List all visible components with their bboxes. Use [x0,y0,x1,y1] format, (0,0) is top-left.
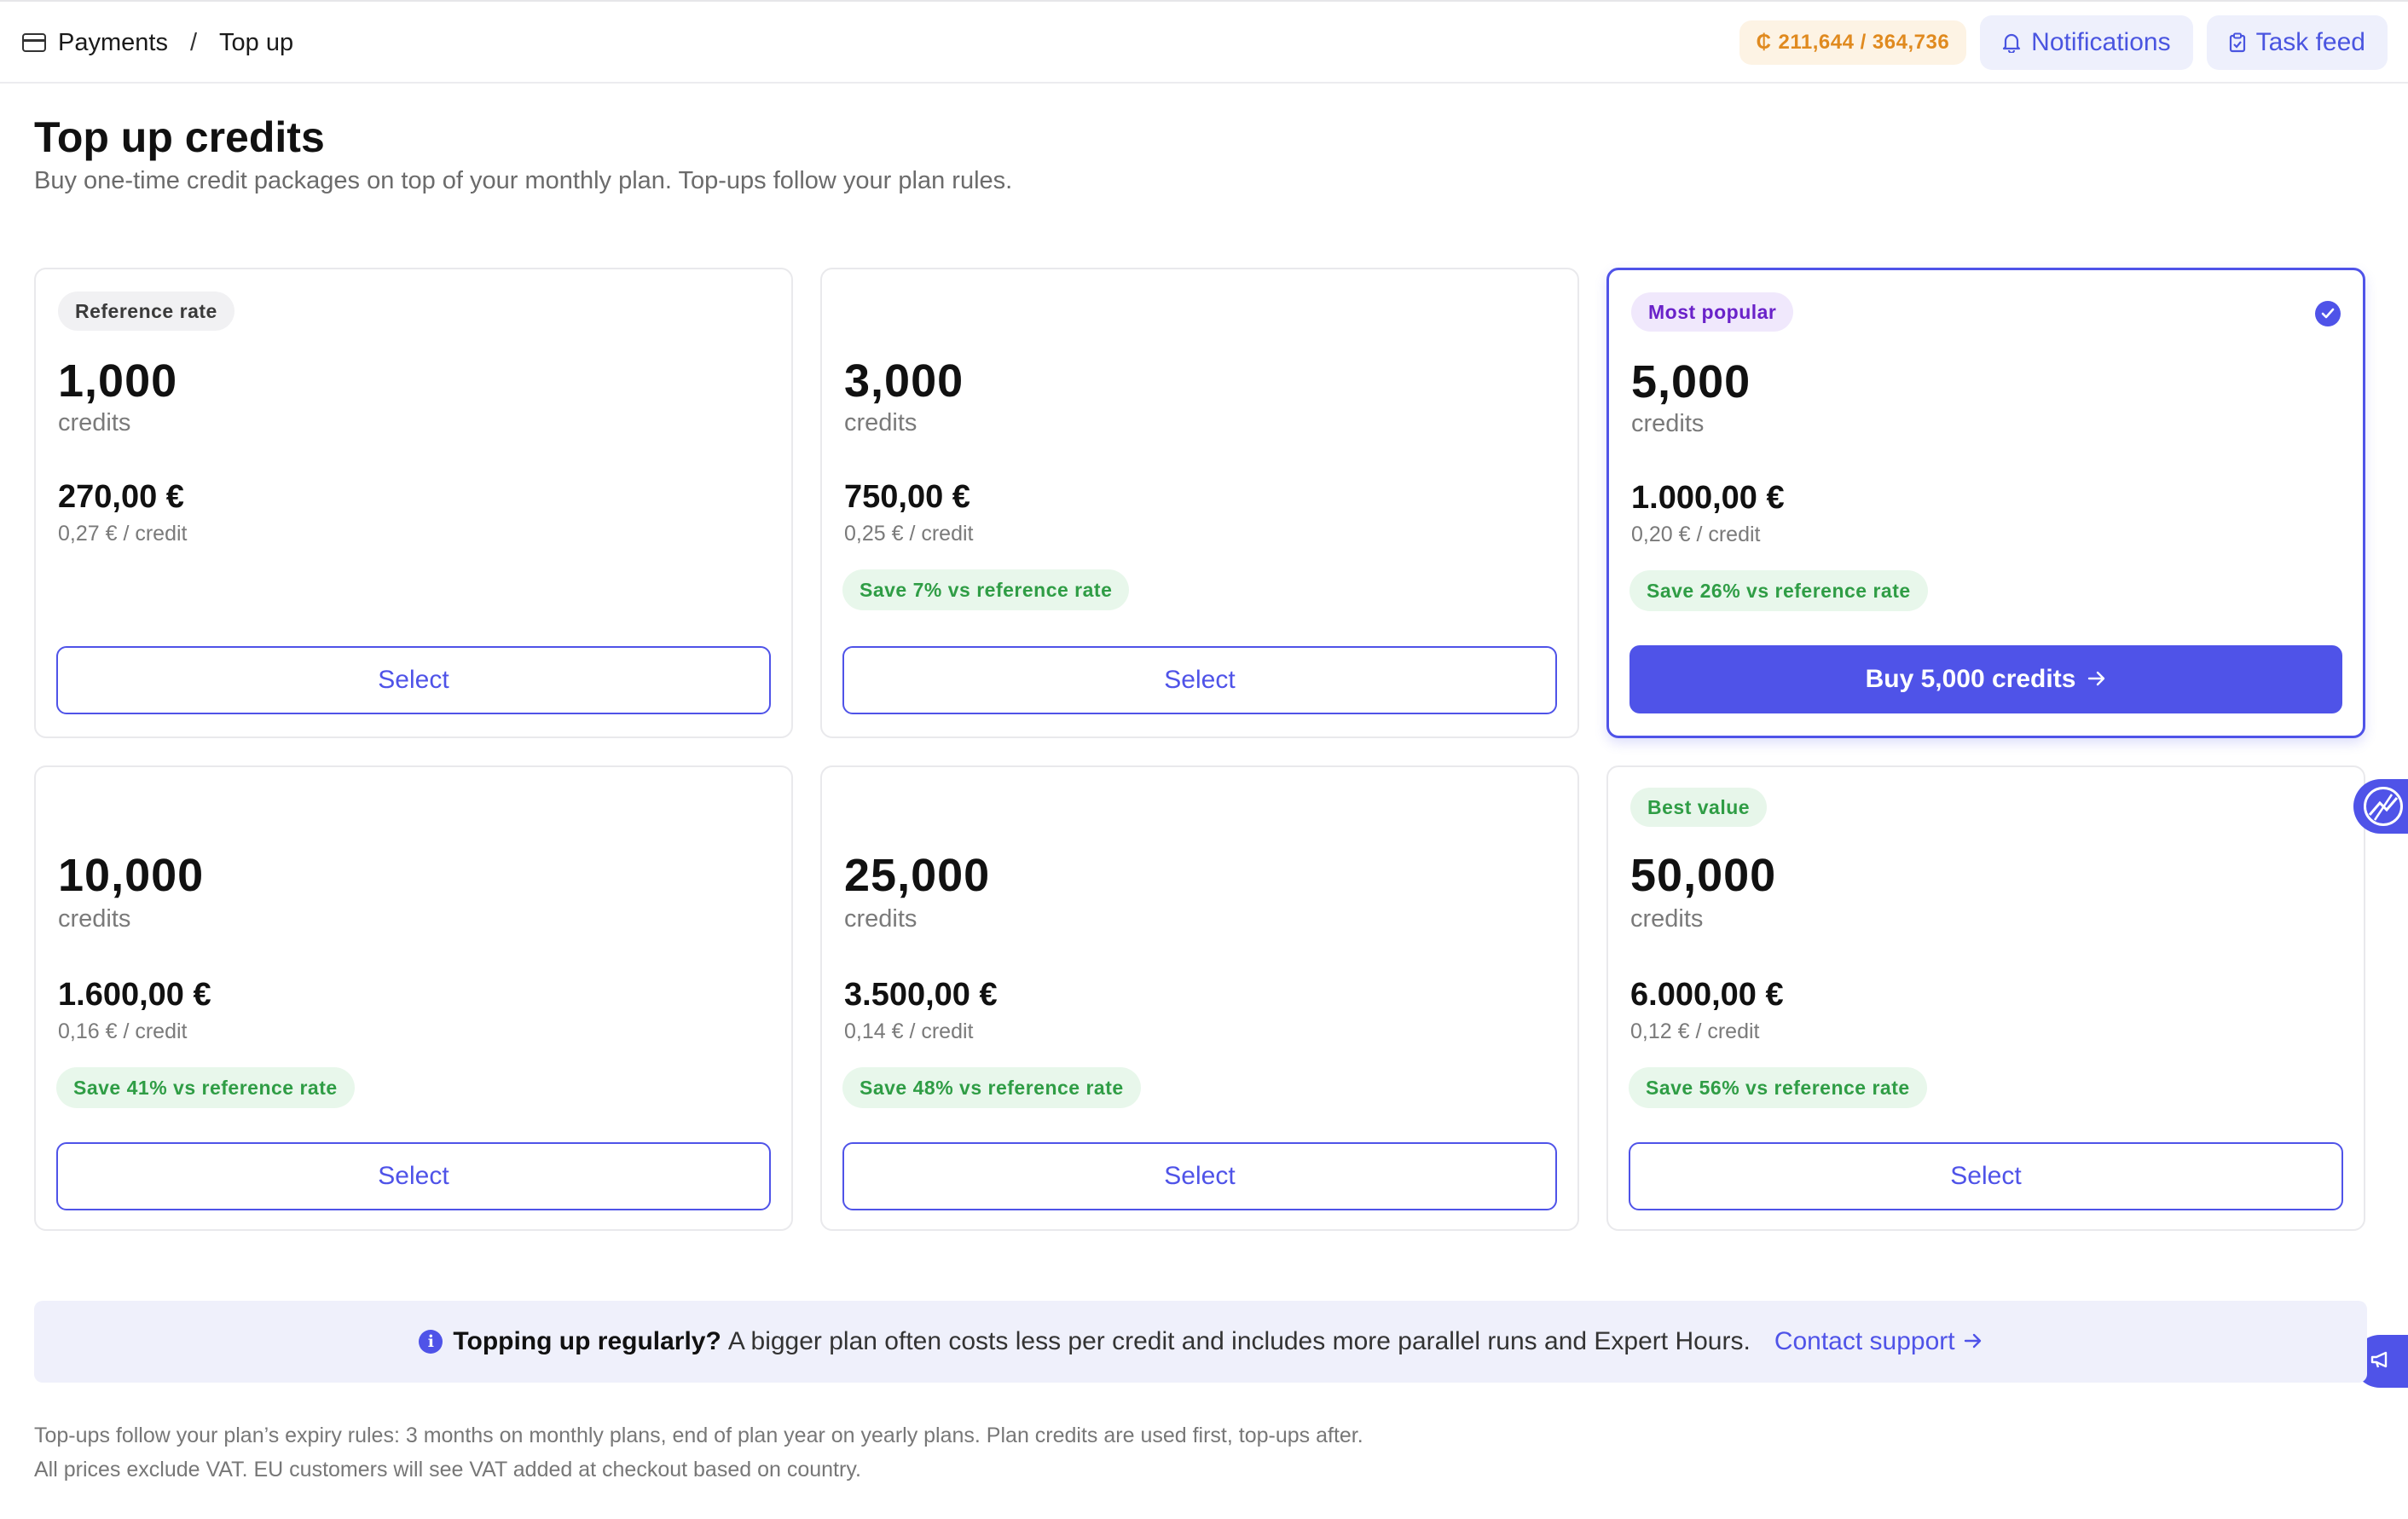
contact-support-label: Contact support [1774,1327,1955,1355]
page-subtitle: Buy one-time credit packages on top of y… [34,167,1013,194]
breadcrumb-current: Top up [219,28,294,56]
select-button[interactable]: Select [1629,1142,2343,1210]
package-price: 1.600,00 € [58,977,211,1013]
assistant-widget-button[interactable] [2353,779,2408,834]
select-button[interactable]: Select [842,646,1557,714]
credit-amount: 50,000 [1630,850,1777,901]
reference-rate-badge: Reference rate [58,292,234,331]
footnote-vat: All prices exclude VAT. EU customers wil… [34,1458,861,1481]
price-per-credit: 0,14 € / credit [844,1019,974,1043]
savings-badge: Save 26% vs reference rate [1629,570,1928,611]
savings-badge: Save 7% vs reference rate [842,569,1130,610]
buy-credits-button[interactable]: Buy 5,000 credits [1629,645,2342,713]
price-per-credit: 0,20 € / credit [1631,523,1761,546]
info-icon: i [419,1330,443,1354]
banner-text: A bigger plan often costs less per credi… [727,1327,1751,1355]
price-per-credit: 0,27 € / credit [58,522,188,546]
credit-amount: 10,000 [58,850,205,901]
credit-unit: credits [844,409,917,436]
notifications-label: Notifications [2031,28,2171,56]
top-bar: Payments / Top up ₵ 211,644 / 364,736 No… [0,0,2408,84]
savings-badge: Save 41% vs reference rate [56,1067,355,1108]
select-button[interactable]: Select [56,1142,771,1210]
select-button[interactable]: Select [56,646,771,714]
select-button[interactable]: Select [842,1142,1557,1210]
credit-card-icon [22,33,46,52]
credit-amount: 5,000 [1631,356,1751,407]
task-feed-button[interactable]: Task feed [2206,15,2388,70]
credit-unit: credits [1630,905,1704,933]
savings-badge: Save 56% vs reference rate [1629,1067,1927,1108]
package-card-10000[interactable]: 10,000 credits 1.600,00 € 0,16 € / credi… [34,765,793,1231]
clipboard-check-icon [2229,32,2246,53]
megaphone-icon [2370,1350,2392,1373]
breadcrumb-payments[interactable]: Payments [58,29,168,57]
package-card-50000[interactable]: Best value 50,000 credits 6.000,00 € 0,1… [1606,765,2365,1231]
credit-amount: 25,000 [844,850,991,901]
upgrade-info-banner: i Topping up regularly? A bigger plan of… [34,1301,2367,1383]
package-card-3000[interactable]: 3,000 credits 750,00 € 0,25 € / credit S… [820,268,1579,738]
package-price: 750,00 € [844,479,970,515]
credit-symbol-icon: ₵ [1756,31,1772,54]
price-per-credit: 0,25 € / credit [844,522,974,546]
savings-badge: Save 48% vs reference rate [842,1067,1141,1108]
package-card-25000[interactable]: 25,000 credits 3.500,00 € 0,14 € / credi… [820,765,1579,1231]
package-price: 3.500,00 € [844,977,998,1013]
avatar-icon [2364,787,2403,826]
package-price: 1.000,00 € [1631,480,1785,516]
best-value-badge: Best value [1630,788,1768,827]
price-per-credit: 0,12 € / credit [1630,1019,1760,1043]
credit-balance-value: 211,644 / 364,736 [1778,31,1950,54]
most-popular-badge: Most popular [1631,292,1794,332]
arrow-right-icon [1964,1327,1983,1356]
page-title: Top up credits [34,113,325,161]
price-per-credit: 0,16 € / credit [58,1019,188,1043]
arrow-right-icon [2087,665,2106,694]
selected-check-icon [2315,301,2341,326]
credit-unit: credits [58,905,131,933]
breadcrumb-separator: / [189,28,198,56]
package-card-1000[interactable]: Reference rate 1,000 credits 270,00 € 0,… [34,268,793,738]
buy-credits-label: Buy 5,000 credits [1865,665,2076,693]
credit-unit: credits [58,409,131,436]
task-feed-label: Task feed [2255,28,2365,56]
footnote-expiry: Top-ups follow your plan’s expiry rules:… [34,1424,1363,1447]
contact-support-link[interactable]: Contact support [1774,1327,1983,1356]
package-price: 6.000,00 € [1630,977,1784,1013]
package-card-5000[interactable]: Most popular 5,000 credits 1.000,00 € 0,… [1606,268,2365,738]
bell-icon [2002,32,2021,53]
banner-heading: Topping up regularly? [453,1327,721,1355]
credit-unit: credits [1631,410,1705,437]
credit-unit: credits [844,905,917,933]
credit-balance-badge[interactable]: ₵ 211,644 / 364,736 [1739,20,1967,65]
breadcrumb: Payments / Top up [22,2,293,84]
credit-amount: 1,000 [58,355,178,407]
notifications-button[interactable]: Notifications [1980,15,2193,70]
package-price: 270,00 € [58,479,184,515]
credit-amount: 3,000 [844,355,964,407]
